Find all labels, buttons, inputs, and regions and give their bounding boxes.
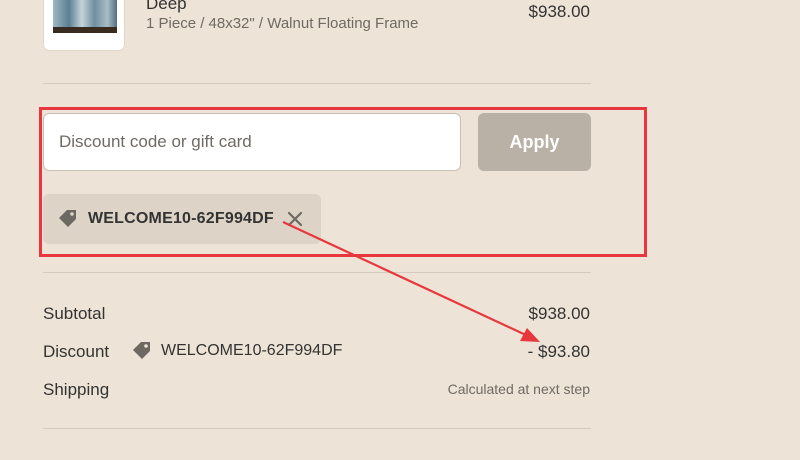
subtotal-label: Subtotal	[43, 304, 106, 323]
discount-code-text: WELCOME10-62F994DF	[161, 342, 343, 359]
divider	[43, 272, 591, 273]
product-variant: 1 Piece / 48x32" / Walnut Floating Frame	[146, 15, 419, 32]
discount-code-summary: WELCOME10-62F994DF	[130, 339, 342, 363]
annotation-highlight-box	[39, 107, 647, 257]
divider	[43, 83, 591, 84]
discount-label: Discount	[43, 342, 110, 361]
product-name: Deep	[146, 0, 187, 13]
divider	[43, 428, 591, 429]
shipping-value: Calculated at next step	[447, 381, 590, 397]
discount-value: - $93.80	[527, 342, 590, 361]
subtotal-value: $938.00	[528, 304, 590, 323]
product-image	[53, 0, 117, 33]
shipping-label: Shipping	[43, 380, 110, 399]
tag-icon	[130, 339, 154, 363]
product-thumbnail	[43, 0, 125, 51]
product-price: $938.00	[528, 2, 590, 21]
